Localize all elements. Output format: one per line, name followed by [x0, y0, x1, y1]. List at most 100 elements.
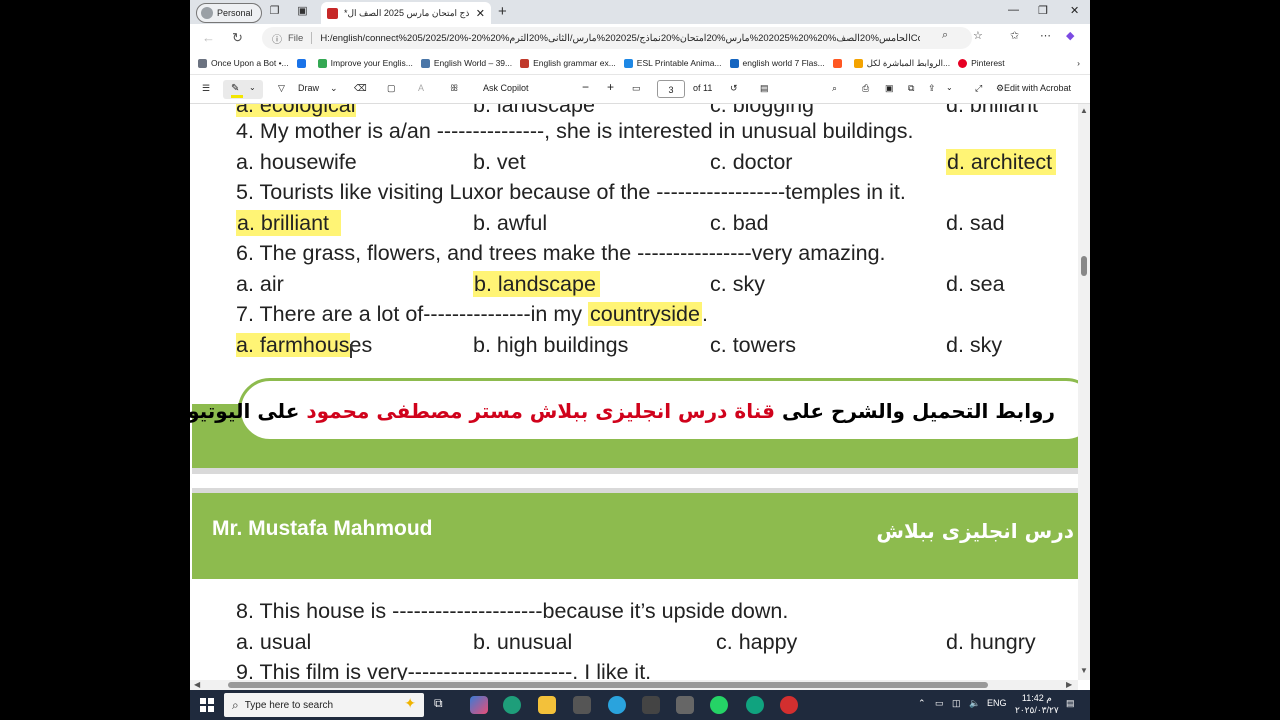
option-a: a. housewife	[236, 150, 357, 174]
refresh-icon[interactable]: ↻	[232, 30, 243, 46]
copilot-icon[interactable]: ◆	[1066, 29, 1074, 42]
favorite-star-icon[interactable]: ☆	[973, 29, 983, 42]
bookmark-item[interactable]	[296, 58, 310, 68]
option-b-highlighted: b. landscape	[473, 271, 600, 297]
vk-icon	[420, 58, 430, 68]
notifications-icon[interactable]: ▤	[1066, 698, 1075, 709]
ask-copilot-button[interactable]: Ask Copilot	[483, 83, 529, 93]
display-icon[interactable]: ▭	[935, 698, 944, 709]
chevron-down-icon[interactable]: ⌄	[946, 83, 953, 92]
close-window-button[interactable]: ✕	[1070, 4, 1079, 17]
network-icon[interactable]: ◫	[952, 698, 961, 709]
zoom-in-icon[interactable]: +	[607, 80, 614, 94]
eraser-icon[interactable]: ⌫	[354, 83, 367, 94]
camera-icon[interactable]	[676, 696, 694, 714]
text-box-icon[interactable]: ▢	[387, 83, 396, 94]
recorder-icon[interactable]	[780, 696, 798, 714]
horizontal-scrollbar[interactable]: ◀ ▶	[190, 680, 1078, 690]
teacher-name: Mr. Mustafa Mahmoud	[212, 517, 433, 540]
profile-button[interactable]: Personal	[196, 3, 262, 23]
info-icon[interactable]: ⓘ	[272, 31, 282, 46]
file-explorer-icon[interactable]	[538, 696, 556, 714]
draw-label[interactable]: Draw	[298, 83, 319, 93]
print-icon[interactable]: ⎙	[862, 83, 869, 94]
question-4: 4. My mother is a/an ---------------, sh…	[236, 119, 914, 143]
quizlet-icon	[729, 58, 739, 68]
more-menu-icon[interactable]: ⋯	[1040, 29, 1051, 42]
tab-actions-icon[interactable]: ▣	[296, 5, 309, 18]
chatgpt-icon[interactable]	[746, 696, 764, 714]
rotate-icon[interactable]: ↺	[730, 83, 738, 94]
settings-icon[interactable]: ⚙	[996, 83, 1004, 94]
save-as-icon[interactable]: ⧉	[908, 83, 914, 94]
scroll-up-arrow[interactable]: ▲	[1080, 106, 1088, 115]
show-hidden-icons[interactable]: ⌃	[918, 698, 926, 709]
vertical-scroll-thumb[interactable]	[1081, 256, 1087, 276]
windows-start-icon[interactable]	[200, 698, 214, 712]
mail-icon[interactable]	[573, 696, 591, 714]
language-indicator[interactable]: ENG	[987, 698, 1007, 708]
edit-acrobat-button[interactable]: Edit with Acrobat	[1004, 83, 1071, 93]
bookmark-item[interactable]	[832, 58, 846, 68]
option-b: b. high buildings	[473, 333, 629, 357]
scroll-down-arrow[interactable]: ▼	[1080, 666, 1088, 675]
chevron-down-icon[interactable]: ⌄	[330, 83, 338, 94]
fullscreen-icon[interactable]: ⤢	[975, 83, 982, 94]
store-icon[interactable]	[642, 696, 660, 714]
bookmark-label: Pinterest	[971, 58, 1005, 68]
save-icon[interactable]: ▣	[885, 83, 894, 94]
zoom-out-icon[interactable]: −	[582, 80, 589, 94]
bookmark-item[interactable]: Pinterest	[958, 58, 1005, 68]
bookmark-item[interactable]: English World – 39...	[420, 58, 513, 68]
copilot-app-icon[interactable]	[470, 696, 488, 714]
new-tab-button[interactable]: +	[498, 3, 507, 20]
read-aloud-icon[interactable]: ꕥ	[450, 83, 458, 94]
address-bar: ← ↻ ⓘ File H:/english/connect%205/2025/2…	[190, 24, 1090, 53]
option-c: c. sky	[710, 272, 765, 296]
bookmark-item[interactable]: english world 7 Flas...	[729, 58, 825, 68]
bookmark-item[interactable]: English grammar ex...	[520, 58, 616, 68]
bookmark-item[interactable]: Improve your Englis...	[317, 58, 413, 68]
contents-icon[interactable]: ☰	[202, 83, 210, 94]
whatsapp-icon[interactable]	[710, 696, 728, 714]
search-icon[interactable]: ⌕	[832, 83, 837, 94]
drive-icon	[296, 58, 306, 68]
draw-icon[interactable]: ▽	[278, 83, 285, 94]
bookmark-item[interactable]: الروابط المباشرة لكل...	[853, 58, 950, 69]
bookmark-item[interactable]: Once Upon a Bot •...	[198, 58, 289, 68]
workspaces-icon[interactable]: ❐	[268, 5, 281, 18]
horizontal-scroll-thumb[interactable]	[228, 682, 988, 688]
share-icon[interactable]: ⇪	[928, 83, 936, 94]
bookmark-label: English World – 39...	[433, 58, 513, 68]
bookmarks-overflow-icon[interactable]: ›	[1077, 58, 1080, 68]
edge-icon[interactable]	[503, 696, 521, 714]
scroll-left-arrow[interactable]: ◀	[194, 680, 200, 689]
option-a-highlighted: a. brilliant	[236, 210, 342, 236]
volume-icon[interactable]: 🔈	[969, 698, 980, 709]
restore-button[interactable]: ❐	[1038, 4, 1048, 17]
back-icon[interactable]: ←	[202, 30, 215, 45]
bookmark-icon	[317, 58, 327, 68]
telegram-icon[interactable]	[608, 696, 626, 714]
page-number-input[interactable]: 3	[657, 80, 685, 98]
url-field[interactable]: ⓘ File H:/english/connect%205/2025/20%-2…	[262, 27, 972, 49]
fit-page-icon[interactable]: ▭	[632, 83, 641, 94]
bookmark-item[interactable]: ESL Printable Anima...	[623, 58, 722, 68]
favorites-icon[interactable]: ✩	[1010, 29, 1019, 42]
highlight-button[interactable]: ✎ ⌄	[223, 80, 263, 99]
url-divider	[311, 32, 313, 44]
clock-time: 11:42 م	[1021, 693, 1052, 703]
close-tab-icon[interactable]: ✕	[476, 7, 485, 20]
taskbar-search[interactable]: ⌕ Type here to search ✦	[224, 693, 424, 717]
clock[interactable]: 11:42 م ٢٠٢٥/٠٣/٢٧	[1015, 692, 1059, 716]
tab-pdf[interactable]: *نماذج امتحان مارس 2025 الصف ال... ✕	[321, 2, 491, 24]
text-format-icon: A	[418, 83, 425, 93]
option-c: c. happy	[716, 630, 798, 654]
bookmark-label: english world 7 Flas...	[742, 58, 825, 68]
zoom-icon[interactable]: ⌕	[942, 29, 948, 42]
page-view-icon[interactable]: ▤	[760, 83, 769, 94]
minimize-button[interactable]: —	[1008, 4, 1019, 16]
scroll-right-arrow[interactable]: ▶	[1066, 680, 1072, 689]
task-view-icon[interactable]: ⧉	[434, 696, 452, 714]
vertical-scrollbar[interactable]: ▲ ▼	[1078, 104, 1090, 680]
